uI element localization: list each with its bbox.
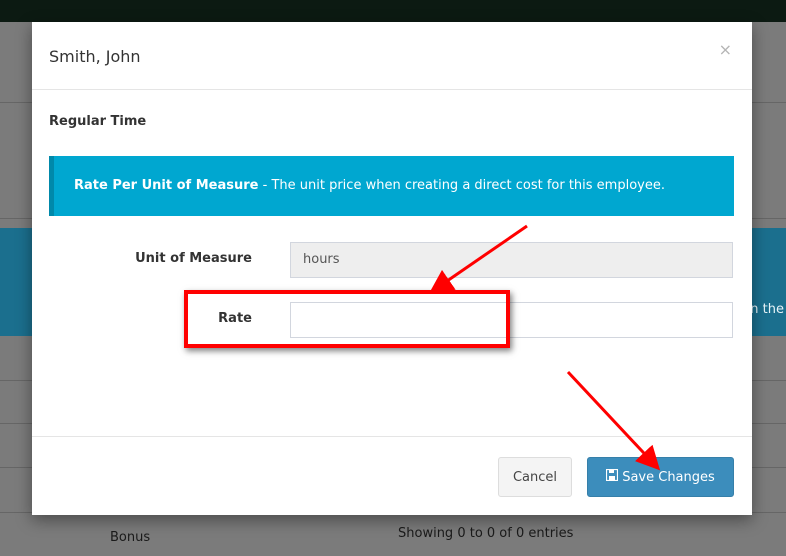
info-callout: Rate Per Unit of Measure - The unit pric… — [49, 156, 734, 216]
callout-description: - The unit price when creating a direct … — [258, 178, 665, 193]
section-title: Regular Time — [49, 114, 147, 129]
modal-footer: Cancel Save Changes — [32, 436, 752, 516]
modal-header: Smith, John × — [32, 22, 752, 90]
close-icon[interactable]: × — [719, 40, 732, 59]
callout-text: Rate Per Unit of Measure - The unit pric… — [74, 178, 665, 193]
background-info-text: n the — [750, 302, 784, 317]
edit-employee-rate-modal: Smith, John × Regular Time Rate Per Unit… — [32, 22, 752, 515]
modal-title: Smith, John — [49, 47, 141, 66]
cancel-button[interactable]: Cancel — [498, 457, 572, 497]
unit-of-measure-label: Unit of Measure — [135, 251, 252, 266]
app-top-bar — [0, 0, 786, 22]
save-changes-button[interactable]: Save Changes — [587, 457, 734, 497]
floppy-disk-icon — [606, 468, 619, 484]
unit-of-measure-field: hours — [290, 242, 733, 278]
table-entries-info: Showing 0 to 0 of 0 entries — [398, 526, 574, 541]
rate-highlight-box — [184, 290, 510, 348]
background-row-label: Bonus — [110, 530, 151, 545]
callout-heading: Rate Per Unit of Measure — [74, 178, 259, 193]
save-changes-label: Save Changes — [622, 470, 715, 485]
